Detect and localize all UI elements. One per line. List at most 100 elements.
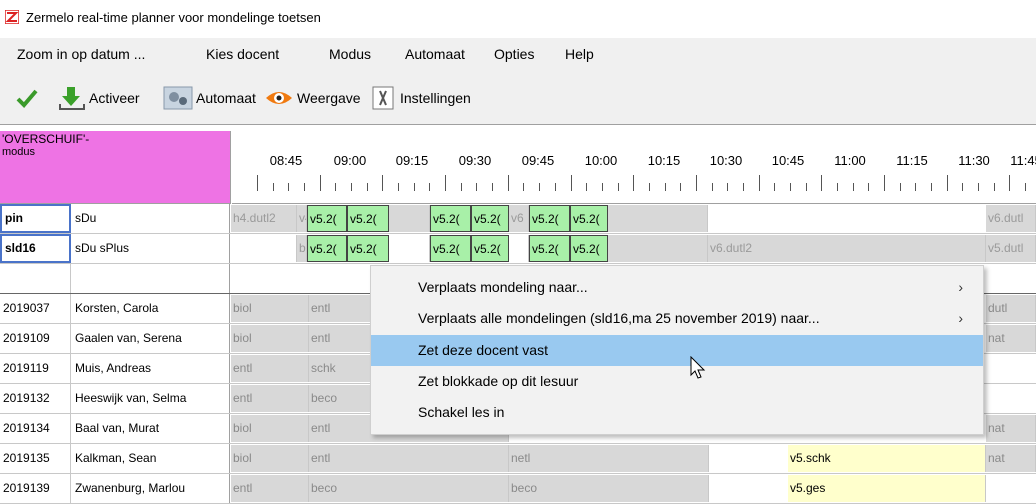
slot-cell[interactable]: v5.2(: [471, 205, 509, 232]
automaton-label: Automaat: [196, 90, 256, 106]
time-tick: [727, 183, 729, 191]
eye-icon: [266, 92, 292, 104]
menu-choose-teacher[interactable]: Kies docent: [206, 46, 279, 62]
slot-cell[interactable]: v5.2(: [570, 235, 608, 262]
lesson-cell[interactable]: v5.dutl: [986, 235, 1036, 262]
lesson-cell[interactable]: v5.ges: [788, 475, 986, 502]
slot-cell[interactable]: v5.2(: [471, 235, 509, 262]
mouse-cursor-icon: [690, 356, 706, 379]
lesson-cell[interactable]: v5.schk: [788, 445, 986, 472]
slot-cell[interactable]: v5.2(: [570, 205, 608, 232]
row-id: 2019109: [0, 324, 71, 353]
teacher-row[interactable]: sld16 sDu sPlus bk v5.2( v5.2( v5.2( v5.…: [0, 234, 1036, 264]
lesson-cell[interactable]: v6.dutl: [986, 205, 1036, 232]
title-bar: Zermelo real-time planner voor mondeling…: [0, 0, 1036, 38]
lesson-cell[interactable]: [509, 235, 529, 262]
lesson-cell[interactable]: [231, 235, 297, 262]
time-tick: [962, 183, 964, 191]
activate-button[interactable]: Activeer: [58, 86, 140, 110]
lesson-cell[interactable]: [389, 235, 430, 262]
lesson-cell[interactable]: biol: [231, 445, 309, 472]
time-tick: [460, 183, 462, 191]
menu-item-label: Zet deze docent vast: [418, 342, 548, 358]
lesson-cell[interactable]: netl: [509, 445, 709, 472]
menu-options[interactable]: Opties: [494, 46, 534, 62]
lesson-cell[interactable]: v4: [297, 205, 307, 232]
lesson-cell[interactable]: biol: [231, 415, 309, 442]
slot-cell[interactable]: v5.2(: [430, 205, 471, 232]
settings-button[interactable]: Instellingen: [371, 86, 471, 110]
lesson-cell[interactable]: nat: [986, 415, 1036, 442]
slot-cell[interactable]: v5.2(: [347, 205, 389, 232]
time-tick: [601, 183, 603, 191]
slot-cell[interactable]: v5.2(: [307, 235, 347, 262]
time-tick: [272, 183, 274, 191]
student-row[interactable]: 2019139 Zwanenburg, Marlou entl beco bec…: [0, 474, 1036, 504]
lesson-cell[interactable]: [608, 235, 708, 262]
row-name: Gaalen van, Serena: [72, 324, 230, 353]
time-tick: [351, 183, 353, 191]
time-tick: [774, 183, 776, 191]
lesson-cell[interactable]: beco: [509, 475, 709, 502]
lesson-cell[interactable]: beco: [309, 475, 509, 502]
time-tick: [319, 175, 321, 191]
lesson-cell[interactable]: entl: [309, 445, 509, 472]
slot-cell[interactable]: v5.2(: [307, 205, 347, 232]
time-tick: [915, 183, 917, 191]
lesson-cell[interactable]: entl: [231, 355, 309, 382]
menu-item-enable-lesson[interactable]: Schakel les in: [371, 397, 983, 428]
menu-item-label: Schakel les in: [418, 404, 505, 420]
time-tick: [868, 183, 870, 191]
menu-automaton[interactable]: Automaat: [405, 46, 465, 62]
view-label: Weergave: [297, 90, 361, 106]
lesson-cell[interactable]: entl: [231, 385, 309, 412]
time-label: 10:45: [771, 153, 805, 168]
menu-item-fix-teacher[interactable]: Zet deze docent vast: [371, 335, 983, 366]
lesson-cell[interactable]: nat: [986, 445, 1036, 472]
menu-item-move-exam[interactable]: Verplaats mondeling naar... ›: [371, 272, 983, 303]
lesson-cell[interactable]: nat: [986, 325, 1036, 352]
time-label: 09:45: [521, 153, 555, 168]
row-name: Heeswijk van, Selma: [72, 384, 230, 413]
menu-zoom-date[interactable]: Zoom in op datum ...: [17, 46, 145, 62]
time-tick: [931, 183, 933, 191]
slot-cell[interactable]: v5.2(: [529, 205, 570, 232]
time-tick: [758, 175, 760, 191]
menu-help[interactable]: Help: [565, 46, 594, 62]
slot-cell[interactable]: v5.2(: [430, 235, 471, 262]
time-tick: [476, 183, 478, 191]
teacher-row[interactable]: pin sDu h4.dutl2 v4 v5.2( v5.2( v5.2( v5…: [0, 204, 1036, 234]
menu-item-block-period[interactable]: Zet blokkade op dit lesuur: [371, 366, 983, 397]
lesson-cell[interactable]: h4.dutl2: [231, 205, 297, 232]
lesson-cell[interactable]: [389, 205, 430, 232]
lesson-cell[interactable]: v6.dutl2: [708, 235, 986, 262]
time-tick: [789, 183, 791, 191]
time-label: 10:00: [584, 153, 618, 168]
lesson-cell[interactable]: biol: [231, 325, 309, 352]
confirm-button[interactable]: [16, 86, 38, 110]
mode-line2: modus: [2, 146, 36, 158]
view-button[interactable]: Weergave: [264, 86, 361, 110]
menu-item-move-all-exams[interactable]: Verplaats alle mondelingen (sld16,ma 25 …: [371, 303, 983, 334]
lesson-cell[interactable]: entl: [231, 475, 309, 502]
student-row[interactable]: 2019135 Kalkman, Sean biol entl netl v5.…: [0, 444, 1036, 474]
lesson-cell[interactable]: bk: [297, 235, 307, 262]
row-name: sDu: [72, 204, 230, 233]
lesson-cell[interactable]: biol: [231, 295, 309, 322]
menu-mode[interactable]: Modus: [329, 46, 371, 62]
lesson-cell[interactable]: [608, 205, 708, 232]
lesson-cell[interactable]: v6: [509, 205, 529, 232]
lesson-cell[interactable]: dutl: [986, 295, 1036, 322]
automaton-button[interactable]: Automaat: [163, 86, 256, 110]
slot-cell[interactable]: v5.2(: [529, 235, 570, 262]
time-tick: [805, 183, 807, 191]
window-title: Zermelo real-time planner voor mondeling…: [26, 10, 321, 25]
chevron-right-icon: ›: [958, 310, 963, 326]
slot-cell[interactable]: v5.2(: [347, 235, 389, 262]
time-label: 09:00: [333, 153, 367, 168]
time-tick: [852, 183, 854, 191]
time-tick: [1025, 183, 1027, 191]
row-id: [0, 264, 71, 293]
time-tick: [648, 183, 650, 191]
download-arrow-icon: [59, 87, 85, 110]
